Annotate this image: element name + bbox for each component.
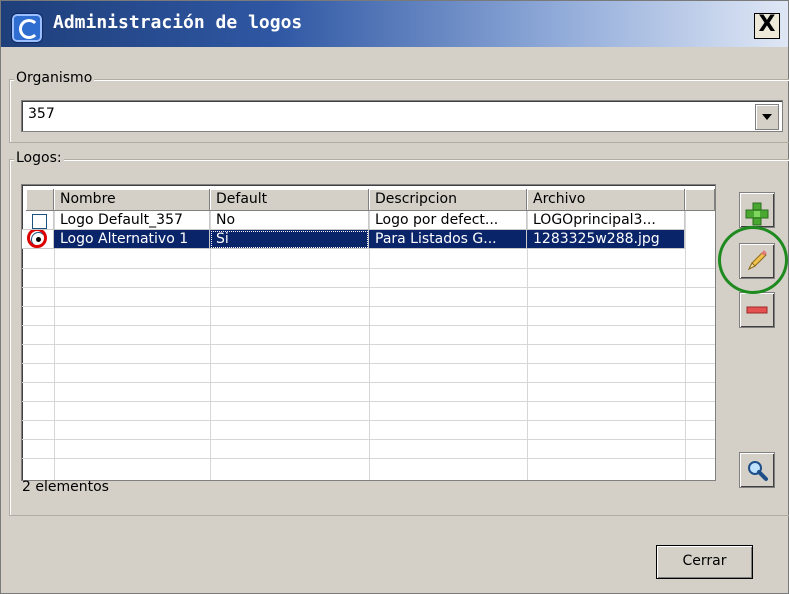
grid-line bbox=[22, 363, 715, 364]
close-button[interactable]: X bbox=[754, 13, 780, 39]
red-highlight-circle bbox=[27, 230, 47, 248]
dropdown-arrow-icon[interactable] bbox=[755, 104, 779, 130]
organismo-select[interactable]: 357 bbox=[21, 100, 783, 132]
cell-nombre[interactable]: Logo Default_357 bbox=[54, 211, 210, 230]
search-button[interactable] bbox=[739, 452, 775, 488]
row-checkbox[interactable] bbox=[32, 214, 47, 229]
grid-line bbox=[22, 268, 715, 269]
grid-line bbox=[22, 458, 715, 459]
window-title: Administración de logos bbox=[53, 12, 303, 33]
cell-nombre[interactable]: Logo Alternativo 1 bbox=[54, 230, 210, 249]
magnifier-icon bbox=[748, 461, 768, 481]
grid-line bbox=[22, 401, 715, 402]
table-row[interactable]: Logo Default_357 No Logo por defect... L… bbox=[22, 211, 715, 230]
organismo-legend: Organismo bbox=[14, 70, 95, 86]
cell-archivo[interactable]: LOGOprincipal3... bbox=[527, 211, 685, 230]
grid-line bbox=[22, 382, 715, 383]
cell-descripcion[interactable]: Logo por defect... bbox=[369, 211, 527, 230]
table-row-selected[interactable]: Logo Alternativo 1 Si Para Listados G...… bbox=[22, 230, 715, 249]
logos-table[interactable]: Nombre Default Descripcion Archivo Logo … bbox=[21, 184, 716, 481]
cell-archivo[interactable]: 1283325w288.jpg bbox=[527, 230, 685, 249]
grid-line bbox=[22, 344, 715, 345]
row-select-cell[interactable] bbox=[22, 230, 54, 249]
cell-descripcion[interactable]: Para Listados G... bbox=[369, 230, 527, 249]
grid-line bbox=[22, 325, 715, 326]
cell-default[interactable]: Si bbox=[210, 230, 369, 249]
app-icon bbox=[11, 13, 43, 43]
status-count: 2 elementos bbox=[22, 479, 109, 495]
close-dialog-button[interactable]: Cerrar bbox=[656, 545, 753, 579]
column-header-select bbox=[26, 189, 54, 211]
cell-default[interactable]: No bbox=[210, 211, 369, 230]
title-bar[interactable]: Administración de logos X bbox=[1, 1, 788, 47]
column-header-default[interactable]: Default bbox=[210, 189, 369, 211]
grid-line bbox=[22, 287, 715, 288]
delete-button[interactable] bbox=[739, 292, 775, 328]
logos-legend: Logos: bbox=[14, 150, 64, 166]
green-highlight-circle bbox=[718, 226, 788, 294]
minus-icon bbox=[746, 306, 768, 314]
column-header-extra bbox=[685, 189, 715, 211]
grid-line bbox=[22, 439, 715, 440]
column-header-nombre[interactable]: Nombre bbox=[54, 189, 210, 211]
column-header-descripcion[interactable]: Descripcion bbox=[369, 189, 527, 211]
grid-line bbox=[22, 306, 715, 307]
column-header-archivo[interactable]: Archivo bbox=[527, 189, 685, 211]
grid-line bbox=[22, 420, 715, 421]
dialog-window: Administración de logos X Organismo 357 … bbox=[0, 0, 789, 594]
add-button[interactable] bbox=[739, 192, 775, 228]
plus-icon bbox=[745, 202, 769, 226]
organismo-selected-value: 357 bbox=[28, 106, 55, 122]
row-select-cell[interactable] bbox=[22, 211, 54, 230]
